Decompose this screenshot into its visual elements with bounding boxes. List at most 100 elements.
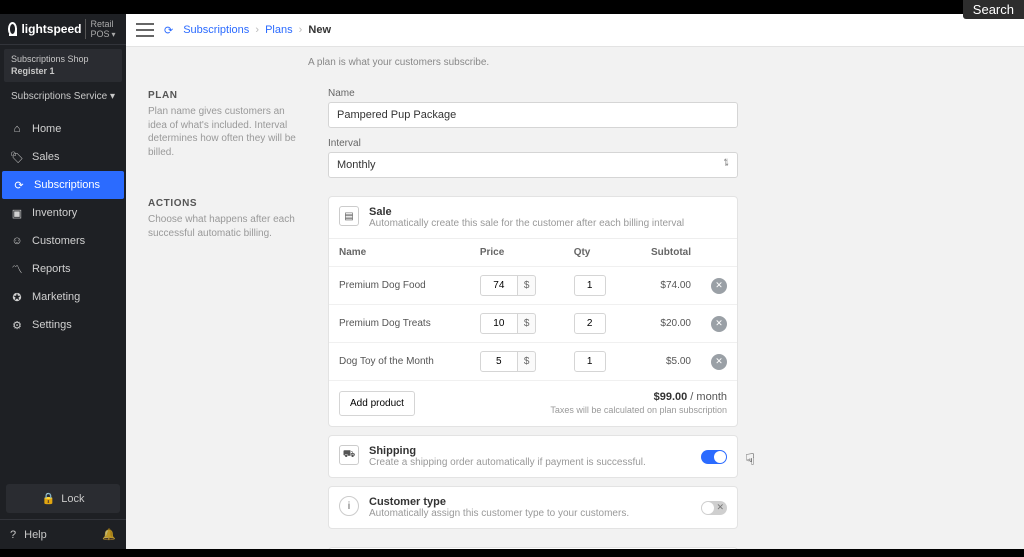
- menu-toggle-icon[interactable]: [136, 23, 154, 37]
- breadcrumb-sep: ›: [255, 24, 259, 36]
- tax-note: Taxes will be calculated on plan subscri…: [550, 405, 727, 415]
- table-row: Premium Dog Food $ $74.00 ✕: [329, 267, 737, 305]
- lock-button[interactable]: 🔒 Lock: [6, 484, 120, 513]
- currency-unit: $: [518, 313, 537, 334]
- nav-home[interactable]: ⌂ Home: [0, 115, 126, 143]
- letterbox-top: [0, 0, 1024, 14]
- item-subtotal: $5.00: [627, 343, 701, 381]
- customer-type-panel: i Customer type Automatically assign thi…: [328, 486, 738, 529]
- nav-reports-label: Reports: [32, 263, 71, 275]
- qty-input[interactable]: [574, 275, 606, 296]
- total-per: / month: [687, 391, 727, 403]
- customer-type-toggle[interactable]: ✕: [701, 501, 727, 515]
- lightspeed-logo-icon: [8, 22, 17, 36]
- bell-icon[interactable]: 🔔: [102, 528, 116, 541]
- plan-name-input[interactable]: [328, 102, 738, 128]
- breadcrumb-plans[interactable]: Plans: [265, 24, 293, 36]
- item-subtotal: $20.00: [627, 305, 701, 343]
- info-icon: i: [339, 496, 359, 516]
- home-icon: ⌂: [10, 122, 24, 136]
- chart-icon: 〽: [10, 262, 24, 276]
- nav-home-label: Home: [32, 123, 61, 135]
- col-subtotal: Subtotal: [627, 239, 701, 267]
- nav-sales-label: Sales: [32, 151, 60, 163]
- plan-heading: PLAN: [148, 90, 298, 101]
- shipping-toggle[interactable]: [701, 450, 727, 464]
- app-frame: lightspeed Retail POS Subscriptions Shop…: [0, 14, 1024, 549]
- refresh-icon[interactable]: ⟳: [164, 24, 173, 37]
- col-qty: Qty: [564, 239, 628, 267]
- brand-row[interactable]: lightspeed Retail POS: [0, 14, 126, 45]
- item-subtotal: $74.00: [627, 267, 701, 305]
- brand-name: lightspeed: [21, 22, 81, 36]
- nav-customers[interactable]: ☺ Customers: [0, 227, 126, 255]
- section-actions-body: ▤ Sale Automatically create this sale fo…: [328, 196, 738, 529]
- lock-icon: 🔒: [42, 492, 56, 505]
- actions-heading: ACTIONS: [148, 198, 298, 209]
- sale-card: ▤ Sale Automatically create this sale fo…: [328, 196, 738, 427]
- remove-row-button[interactable]: ✕: [711, 316, 727, 332]
- line-items-table: Name Price Qty Subtotal Premium Dog Food…: [329, 239, 737, 381]
- section-actions-label: ACTIONS Choose what happens after each s…: [148, 196, 298, 529]
- item-name: Premium Dog Treats: [329, 305, 470, 343]
- sale-title: Sale: [369, 206, 684, 218]
- item-name: Premium Dog Food: [329, 267, 470, 305]
- breadcrumb-sep: ›: [299, 24, 303, 36]
- section-plan: PLAN Plan name gives customers an idea o…: [148, 88, 1002, 178]
- remove-row-button[interactable]: ✕: [711, 354, 727, 370]
- letterbox-bottom: [0, 549, 1024, 557]
- help-row[interactable]: ?Help🔔: [0, 519, 126, 549]
- actions-desc: Choose what happens after each successfu…: [148, 213, 298, 240]
- interval-label: Interval: [328, 138, 738, 149]
- nav-reports[interactable]: 〽 Reports: [0, 255, 126, 283]
- sidebar: lightspeed Retail POS Subscriptions Shop…: [0, 14, 126, 549]
- price-input[interactable]: [480, 313, 518, 334]
- nav-sales[interactable]: 🏷 Sales: [0, 143, 126, 171]
- shop-name: Subscriptions Shop: [11, 54, 115, 66]
- qty-input[interactable]: [574, 313, 606, 334]
- nav-customers-label: Customers: [32, 235, 85, 247]
- tag-icon: 🏷: [10, 150, 24, 164]
- nav-subscriptions-label: Subscriptions: [34, 179, 100, 191]
- table-row: Premium Dog Treats $ $20.00 ✕: [329, 305, 737, 343]
- item-name: Dog Toy of the Month: [329, 343, 470, 381]
- globe-icon: ✪: [10, 290, 24, 304]
- external-search-badge[interactable]: Search: [963, 0, 1024, 19]
- lock-label: Lock: [61, 493, 84, 505]
- user-icon: ☺: [10, 234, 24, 248]
- total-amount: $99.00: [654, 391, 688, 403]
- breadcrumb: Subscriptions › Plans › New: [183, 24, 331, 36]
- price-input[interactable]: [480, 351, 518, 372]
- table-row: Dog Toy of the Month $ $5.00 ✕: [329, 343, 737, 381]
- sale-card-header: ▤ Sale Automatically create this sale fo…: [329, 197, 737, 239]
- shop-selector[interactable]: Subscriptions Shop Register 1: [4, 49, 122, 82]
- price-input[interactable]: [480, 275, 518, 296]
- nav-subscriptions[interactable]: ⟳ Subscriptions: [2, 171, 124, 199]
- content-scroll[interactable]: A plan is what your customers subscribe.…: [126, 47, 1024, 549]
- section-plan-label: PLAN Plan name gives customers an idea o…: [148, 88, 298, 178]
- add-product-button[interactable]: Add product: [339, 391, 415, 416]
- truck-icon: ⛟: [339, 445, 359, 465]
- interval-select[interactable]: Monthly: [328, 152, 738, 178]
- brand-product[interactable]: Retail POS: [85, 19, 118, 39]
- service-switcher[interactable]: Subscriptions Service ▾: [4, 86, 122, 107]
- help-label: Help: [24, 529, 47, 541]
- shipping-panel: ⛟ Shipping Create a shipping order autom…: [328, 435, 738, 478]
- register-name: Register 1: [11, 66, 115, 78]
- mouse-cursor-icon: ☟: [745, 450, 755, 470]
- remove-row-button[interactable]: ✕: [711, 278, 727, 294]
- receipt-icon: ▤: [339, 206, 359, 226]
- nav-inventory[interactable]: ▣Inventory: [0, 199, 126, 227]
- section-actions: ACTIONS Choose what happens after each s…: [148, 196, 1002, 529]
- qty-input[interactable]: [574, 351, 606, 372]
- topbar: ⟳ Subscriptions › Plans › New: [126, 14, 1024, 47]
- breadcrumb-subscriptions[interactable]: Subscriptions: [183, 24, 249, 36]
- main-area: ⟳ Subscriptions › Plans › New A plan is …: [126, 14, 1024, 549]
- nav-settings[interactable]: ⚙Settings: [0, 311, 126, 339]
- ctype-title: Customer type: [369, 496, 629, 508]
- refresh-icon: ⟳: [12, 178, 26, 192]
- shipping-title: Shipping: [369, 445, 646, 457]
- currency-unit: $: [518, 275, 537, 296]
- box-icon: ▣: [10, 206, 24, 220]
- nav-marketing[interactable]: ✪Marketing: [0, 283, 126, 311]
